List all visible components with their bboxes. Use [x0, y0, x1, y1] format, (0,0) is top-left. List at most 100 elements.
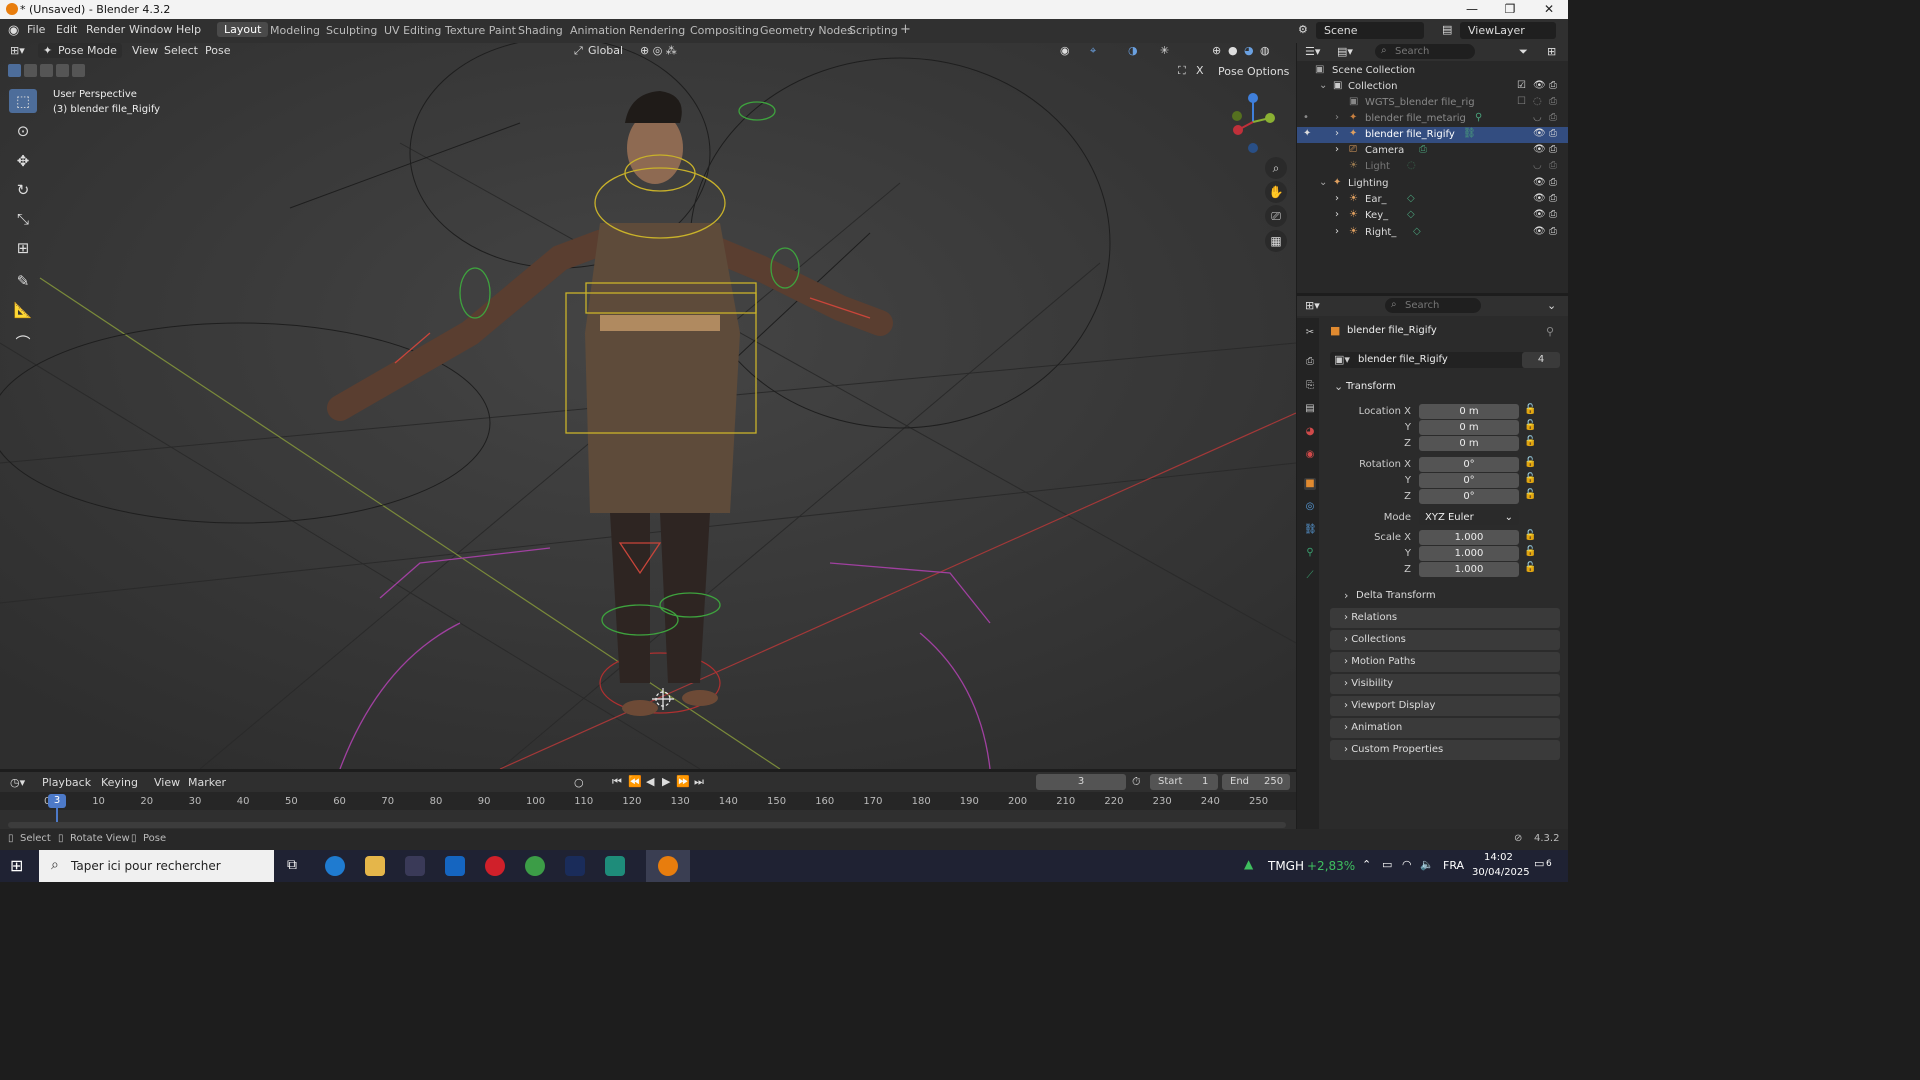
eye-hidden-icon[interactable]: ◡ — [1533, 112, 1542, 123]
xray-icon[interactable]: ✳ — [1160, 44, 1169, 57]
preview-range-icon[interactable]: ⏱ — [1132, 775, 1141, 789]
eye-icon[interactable]: 👁 — [1533, 128, 1546, 139]
chevron-right-icon[interactable]: › — [1335, 193, 1339, 204]
tab-sculpting[interactable]: Sculpting — [324, 24, 379, 37]
outliner-search-input[interactable]: ⌕ Search — [1375, 44, 1475, 59]
select-extend-icon[interactable] — [24, 64, 37, 77]
data-tab-icon[interactable]: ⚲ — [1304, 547, 1316, 559]
select-invert-icon[interactable] — [56, 64, 69, 77]
end-frame-field[interactable]: End 250 — [1222, 774, 1290, 790]
cursor-tool-icon[interactable]: ⊙ — [9, 119, 37, 143]
view-layer-tab-icon[interactable]: ▤ — [1304, 403, 1316, 415]
opera-icon[interactable] — [485, 856, 505, 876]
lock-icon[interactable]: 🔓 — [1524, 546, 1536, 557]
add-workspace-button[interactable]: + — [898, 22, 913, 37]
tab-texture-paint[interactable]: Texture Paint — [443, 24, 518, 37]
lock-icon[interactable]: 🔓 — [1524, 404, 1536, 415]
playhead[interactable]: 3 — [48, 794, 66, 808]
scale-x-field[interactable]: 1.000 — [1419, 530, 1519, 545]
mirror-icon[interactable]: ⛶ — [1178, 64, 1186, 78]
close-button[interactable]: ✕ — [1530, 0, 1568, 19]
menu-file[interactable]: File — [27, 23, 45, 36]
menu-edit[interactable]: Edit — [56, 23, 77, 36]
physics-tab-icon[interactable]: ◎ — [1304, 501, 1316, 513]
rotation-y-field[interactable]: 0° — [1419, 473, 1519, 488]
output-tab-icon[interactable]: ⎘ — [1304, 380, 1316, 392]
editor-type-icon[interactable]: ⊞▾ — [10, 44, 25, 57]
windows-start-icon[interactable]: ⊞ — [10, 856, 23, 875]
select-subtract-icon[interactable] — [40, 64, 53, 77]
rotate-tool-icon[interactable]: ↻ — [9, 178, 37, 202]
play-reverse-icon[interactable]: ◀ — [646, 775, 654, 788]
start-frame-field[interactable]: Start 1 — [1150, 774, 1218, 790]
camera-icon[interactable]: ⎙ — [1549, 96, 1557, 107]
ortho-toggle-icon[interactable]: ▦ — [1265, 230, 1287, 252]
tool-tab-icon[interactable]: ✂ — [1304, 327, 1316, 339]
file-explorer-icon[interactable] — [365, 856, 385, 876]
tab-shading[interactable]: Shading — [516, 24, 565, 37]
outliner-row-right[interactable]: › ☀ Right_ ◇ 👁 ⎙ — [1297, 225, 1568, 241]
location-z-field[interactable]: 0 m — [1419, 436, 1519, 451]
world-tab-icon[interactable]: ◉ — [1304, 449, 1316, 461]
menu-view[interactable]: View — [132, 44, 158, 57]
section-custom-properties[interactable]: › Custom Properties — [1330, 740, 1560, 760]
tray-volume-icon[interactable]: 🔈 — [1420, 858, 1434, 871]
lock-icon[interactable]: 🔓 — [1524, 530, 1536, 541]
eye-icon[interactable]: 👁 — [1533, 177, 1546, 188]
snap-icon[interactable]: ⊕ ◎ ⁂ — [640, 44, 677, 57]
gizmo-icon[interactable]: ⌖ — [1090, 44, 1096, 58]
chevron-right-icon[interactable]: › — [1335, 128, 1339, 139]
delta-transform-subpanel[interactable]: › Delta Transform — [1340, 589, 1560, 603]
language-indicator[interactable]: FRA — [1443, 859, 1464, 872]
location-x-field[interactable]: 0 m — [1419, 404, 1519, 419]
eye-icon[interactable]: 👁 — [1533, 193, 1546, 204]
shading-wireframe-icon[interactable]: ⊕ — [1212, 44, 1221, 57]
blender-menu-icon[interactable]: ◉ — [8, 23, 19, 38]
3d-viewport[interactable] — [0, 43, 1296, 769]
lock-icon[interactable]: 🔓 — [1524, 436, 1536, 447]
chevron-down-icon[interactable]: ⌄ — [1547, 299, 1556, 312]
filter-icon[interactable]: ⏷ — [1519, 45, 1528, 59]
jump-end-icon[interactable]: ⏭ — [694, 775, 704, 789]
constraints-tab-icon[interactable]: ⛓ — [1304, 524, 1317, 536]
properties-search-input[interactable]: ⌕ Search — [1385, 298, 1481, 313]
shading-rendered-icon[interactable]: ◍ — [1260, 44, 1270, 57]
x-mirror-toggle[interactable]: X — [1196, 64, 1204, 77]
lock-icon[interactable]: 🔓 — [1524, 457, 1536, 468]
tab-modeling[interactable]: Modeling — [268, 24, 322, 37]
task-view-icon[interactable]: ⧉ — [287, 857, 297, 873]
app-m-icon[interactable] — [605, 856, 625, 876]
outliner-row-key[interactable]: › ☀ Key_ ◇ 👁 ⎙ — [1297, 208, 1568, 224]
view-layer-selector[interactable]: ViewLayer — [1460, 22, 1556, 39]
camera-icon[interactable]: ⎙ — [1549, 128, 1557, 139]
outliner-row-light[interactable]: ☀ Light ◌ ◡ ⎙ — [1297, 159, 1568, 175]
lock-icon[interactable]: 🔓 — [1524, 562, 1536, 573]
tab-compositing[interactable]: Compositing — [688, 24, 761, 37]
mode-selector[interactable]: ✦ Pose Mode — [38, 43, 122, 58]
user-count[interactable]: 4 — [1522, 352, 1560, 368]
eye-icon[interactable]: 👁 — [1533, 144, 1546, 155]
orientation-selector[interactable]: Global — [588, 44, 623, 57]
stock-name[interactable]: TMGH — [1268, 859, 1304, 873]
tray-battery-icon[interactable]: ▭ — [1382, 858, 1392, 871]
play-icon[interactable]: ▶ — [662, 775, 670, 788]
jump-keyframe-back-icon[interactable]: ⏪ — [628, 775, 642, 788]
timeline-editor-type-icon[interactable]: ◷▾ — [10, 776, 25, 789]
camera-icon[interactable]: ⎙ — [1549, 160, 1557, 171]
chevron-down-icon[interactable]: ⌄ — [1319, 80, 1327, 91]
lock-icon[interactable]: 🔓 — [1524, 473, 1536, 484]
eye-icon[interactable]: 👁 — [1533, 80, 1546, 91]
section-animation[interactable]: › Animation — [1330, 718, 1560, 738]
checkbox-icon[interactable]: ☑ — [1517, 80, 1526, 91]
eye-icon[interactable]: 👁 — [1533, 226, 1546, 237]
shading-material-icon[interactable]: ◕ — [1244, 44, 1254, 57]
notification-center-icon[interactable]: ▭ 6 — [1534, 857, 1554, 873]
checkbox-icon[interactable]: ☐ — [1517, 96, 1526, 107]
eye-hidden-icon[interactable]: ◌ — [1533, 96, 1542, 107]
select-new-icon[interactable] — [8, 64, 21, 77]
location-y-field[interactable]: 0 m — [1419, 420, 1519, 435]
clock-date[interactable]: 30/04/2025 — [1472, 867, 1530, 878]
rotation-z-field[interactable]: 0° — [1419, 489, 1519, 504]
navigation-gizmo[interactable] — [1224, 90, 1284, 154]
lock-icon[interactable]: 🔓 — [1524, 420, 1536, 431]
